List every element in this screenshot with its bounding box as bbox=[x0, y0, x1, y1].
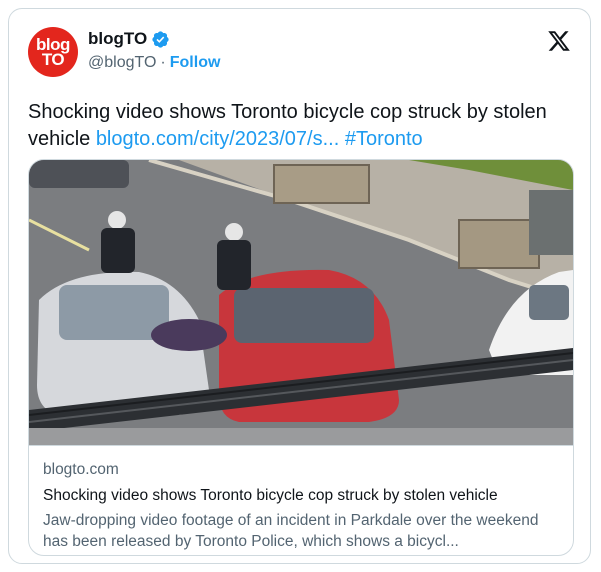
author-handle-row: @blogTO · Follow bbox=[88, 54, 220, 72]
author-handle[interactable]: @blogTO bbox=[88, 54, 156, 72]
author-name-row: blogTO bbox=[88, 29, 170, 49]
tweet-hashtag[interactable]: #Toronto bbox=[345, 128, 423, 150]
card-preview-image[interactable] bbox=[29, 160, 573, 445]
card-meta[interactable]: blogto.com Shocking video shows Toronto … bbox=[29, 445, 573, 555]
x-logo-icon[interactable] bbox=[546, 29, 572, 53]
tweet-card[interactable]: blog TO blogTO @blogTO · Follow Shocking… bbox=[8, 8, 591, 564]
card-title: Shocking video shows Toronto bicycle cop… bbox=[43, 487, 498, 504]
card-description: Jaw-dropping video footage of an inciden… bbox=[43, 512, 539, 550]
link-preview-card[interactable]: blogto.com Shocking video shows Toronto … bbox=[28, 159, 574, 556]
separator-dot: · bbox=[160, 54, 166, 71]
follow-button[interactable]: Follow bbox=[170, 54, 221, 72]
avatar-text-to: TO bbox=[41, 50, 65, 69]
author-display-name[interactable]: blogTO bbox=[88, 29, 147, 49]
tweet-link[interactable]: blogto.com/city/2023/07/s... bbox=[96, 128, 339, 150]
tweet-text: Shocking video shows Toronto bicycle cop… bbox=[28, 99, 573, 153]
card-domain: blogto.com bbox=[43, 461, 119, 478]
verified-badge-icon bbox=[152, 30, 169, 48]
avatar[interactable]: blog TO bbox=[28, 27, 78, 77]
